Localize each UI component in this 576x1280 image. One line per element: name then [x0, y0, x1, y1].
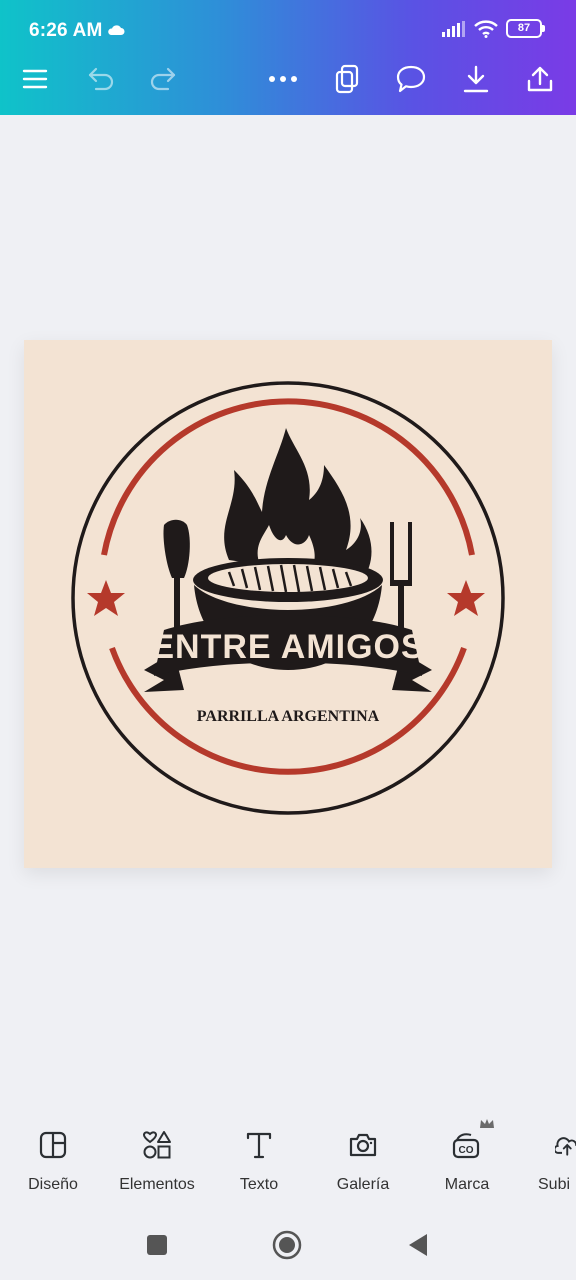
- pages-icon[interactable]: [330, 62, 364, 96]
- recents-button[interactable]: [142, 1230, 172, 1260]
- tool-brand[interactable]: CO Marca: [415, 1119, 519, 1194]
- menu-icon[interactable]: [18, 62, 52, 96]
- camera-icon: [311, 1128, 415, 1162]
- status-time: 6:26 AM: [29, 20, 103, 41]
- share-icon[interactable]: [523, 62, 557, 96]
- system-nav-bar: [0, 1210, 576, 1280]
- bottom-toolbar: Diseño Elementos Texto Galería CO Marca …: [0, 1110, 576, 1210]
- logo-title: ENTRE AMIGOS: [151, 628, 424, 666]
- star-icon: [447, 580, 485, 616]
- design-page[interactable]: ENTRE AMIGOS PARRILLA ARGENTINA: [24, 340, 552, 868]
- comment-icon[interactable]: [394, 62, 428, 96]
- more-icon[interactable]: [266, 62, 300, 96]
- battery-indicator: 87: [506, 19, 545, 38]
- brand-icon: CO: [415, 1119, 519, 1162]
- cloud-icon: [108, 25, 125, 35]
- tool-label: Subi: [538, 1176, 571, 1193]
- tool-gallery[interactable]: Galería: [311, 1128, 415, 1194]
- upload-cloud-icon: [519, 1128, 576, 1162]
- home-button[interactable]: [272, 1230, 302, 1260]
- undo-icon[interactable]: [84, 62, 118, 96]
- spatula-icon: [163, 519, 190, 578]
- text-icon: [207, 1128, 311, 1162]
- wifi-icon: [474, 19, 498, 38]
- bbq-logo: ENTRE AMIGOS PARRILLA ARGENTINA: [71, 381, 505, 815]
- shapes-icon: [105, 1128, 209, 1162]
- logo-subtitle: PARRILLA ARGENTINA: [197, 708, 380, 725]
- tool-label: Marca: [444, 1176, 490, 1193]
- svg-text:CO: CO: [459, 1145, 474, 1156]
- status-icons: 87: [442, 19, 545, 38]
- back-button[interactable]: [403, 1230, 433, 1260]
- top-app-bar: 6:26 AM 87: [0, 0, 576, 115]
- tool-label: Texto: [239, 1176, 279, 1193]
- tool-text[interactable]: Texto: [207, 1128, 311, 1194]
- tool-design[interactable]: Diseño: [1, 1128, 105, 1194]
- crown-icon: [480, 1119, 494, 1128]
- signal-icon: [442, 20, 465, 37]
- tool-label: Diseño: [28, 1176, 78, 1193]
- tool-elements[interactable]: Elementos: [105, 1128, 209, 1194]
- tool-label: Elementos: [119, 1176, 195, 1193]
- layout-icon: [1, 1128, 105, 1162]
- tool-label: Galería: [336, 1176, 390, 1193]
- download-icon[interactable]: [459, 62, 493, 96]
- star-icon: [87, 580, 125, 616]
- tool-uploads[interactable]: Subi: [519, 1128, 576, 1194]
- redo-icon[interactable]: [146, 62, 180, 96]
